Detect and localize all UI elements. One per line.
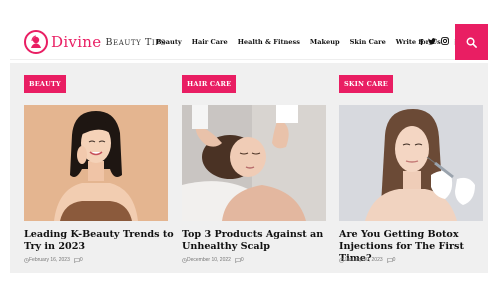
post-meta: February 16, 2023 0 [24,257,85,263]
instagram-icon[interactable] [441,37,450,47]
logo-name: Divine [51,33,102,51]
post-thumbnail[interactable] [182,105,326,221]
category-badge[interactable]: BEAUTY [24,75,66,93]
nav-item-beauty[interactable]: Beauty [156,38,182,46]
post-card: BEAUTY Leading K-Beauty Trends to Try in… [24,63,174,273]
post-card: HAIR CARE Top 3 Products Against an Unhe… [182,63,326,273]
post-meta: January 30, 2023 0 [339,257,397,263]
posts-grid: BEAUTY Leading K-Beauty Trends to Try in… [10,63,488,273]
nav-item-skin-care[interactable]: Skin Care [350,38,386,46]
nav-item-makeup[interactable]: Makeup [310,38,340,46]
post-title[interactable]: Top 3 Products Against an Unhealthy Scal… [182,229,332,253]
comment-count[interactable]: 0 [80,257,83,263]
search-button[interactable] [455,24,488,60]
twitter-icon[interactable] [428,37,437,47]
site-logo[interactable]: Divine Beauty Tips [24,28,166,56]
comment-count[interactable]: 0 [393,257,396,263]
search-icon [466,37,477,48]
post-title[interactable]: Leading K-Beauty Trends to Try in 2023 [24,229,174,253]
post-thumbnail[interactable] [24,105,168,221]
category-badge[interactable]: SKIN CARE [339,75,393,93]
post-card: SKIN CARE Are You Getting Botox Injectio… [339,63,483,273]
post-meta: December 10, 2022 0 [182,257,246,263]
logo-emblem-icon [24,30,48,54]
comment-count[interactable]: 0 [241,257,244,263]
post-date: January 30, 2023 [344,257,383,263]
nav-item-hair-care[interactable]: Hair Care [192,38,228,46]
post-date: February 16, 2023 [29,257,70,263]
facebook-icon[interactable]: f [420,38,423,47]
category-badge[interactable]: HAIR CARE [182,75,237,93]
post-thumbnail[interactable] [339,105,483,221]
nav-item-health-fitness[interactable]: Health & Fitness [238,38,300,46]
main-nav: Beauty Hair Care Health & Fitness Makeup… [156,24,451,60]
site-header: Divine Beauty Tips Beauty Hair Care Heal… [10,24,488,60]
post-date: December 10, 2022 [187,257,231,263]
